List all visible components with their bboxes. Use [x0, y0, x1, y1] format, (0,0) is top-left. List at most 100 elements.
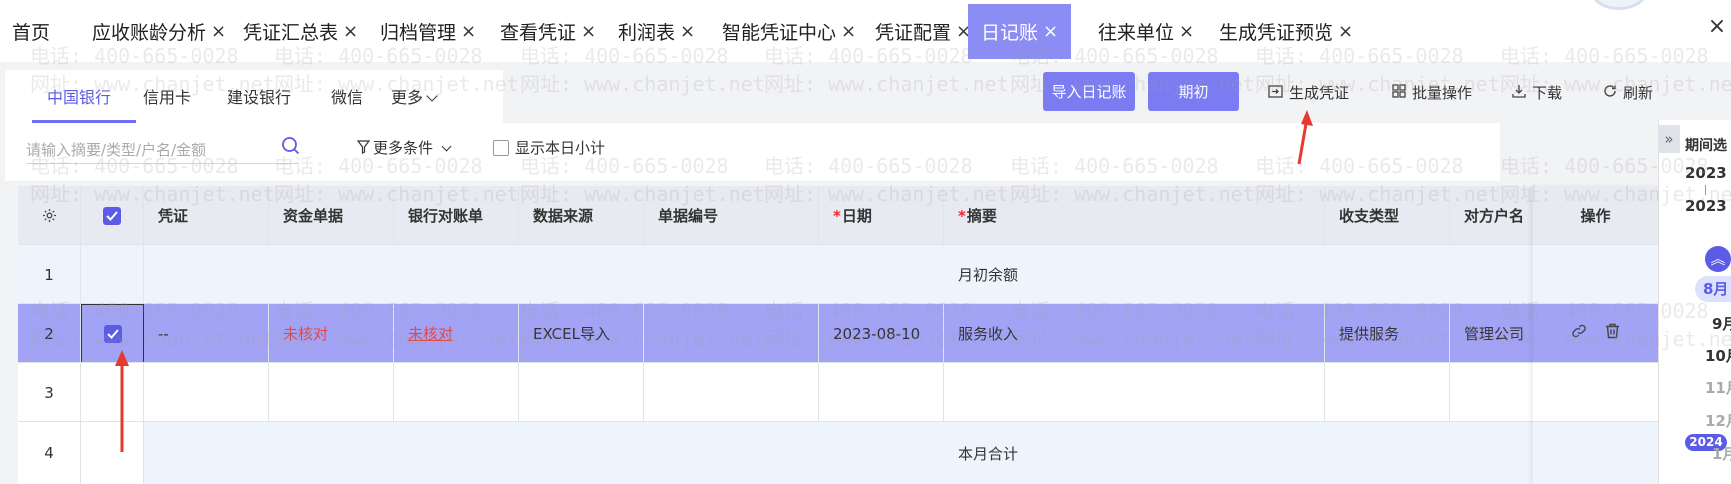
type-cell[interactable]: 提供服务 [1325, 304, 1450, 363]
generate-voucher-button[interactable]: 生成凭证 [1268, 82, 1349, 103]
subtab-more[interactable]: 更多 [391, 84, 438, 108]
header-voucher[interactable]: 凭证 [144, 186, 269, 245]
tab-income-statement[interactable]: 利润表 × [618, 4, 695, 59]
doc-no-cell[interactable] [644, 304, 819, 363]
header-operations: 操作 [1533, 186, 1658, 245]
show-daily-subtotal-toggle[interactable]: 显示本日小计 [493, 137, 605, 158]
empty-cell [144, 363, 269, 422]
journal-page: 首页 应收账龄分析 × 凭证汇总表 × 归档管理 × 查看凭证 × 利润表 × 智能凭证中… [0, 0, 1731, 484]
tab-counterparties[interactable]: 往来单位 × [1098, 4, 1194, 59]
tab-close-icon[interactable]: × [1179, 21, 1194, 42]
voucher-cell[interactable]: -- [144, 304, 269, 363]
download-button[interactable]: 下载 [1512, 82, 1562, 103]
fund-doc-status[interactable]: 未核对 [269, 304, 394, 363]
batch-operation-button[interactable]: 批量操作 [1392, 82, 1472, 103]
tab-close-icon[interactable]: × [1338, 21, 1353, 42]
row-number: 4 [18, 422, 81, 484]
period-year-from[interactable]: 2023 [1685, 164, 1727, 182]
empty-cell [644, 363, 819, 422]
table-row[interactable]: 1 月初余额 [18, 245, 1658, 304]
header-fund-doc[interactable]: 资金单据 [269, 186, 394, 245]
table-row-selected[interactable]: 2 -- 未核对 未核对 EXCEL导入 2023-08-10 服务收入 提供服… [18, 304, 1658, 363]
summary-cell[interactable]: 月初余额 [944, 245, 1325, 304]
period-title: 期间选 [1685, 138, 1727, 154]
empty-cell [394, 363, 519, 422]
summary-cell[interactable]: 服务收入 [944, 304, 1325, 363]
month-item[interactable]: 9月 [1712, 313, 1731, 334]
tab-close-icon[interactable]: × [841, 21, 856, 42]
empty-cell [819, 363, 944, 422]
header-doc-no[interactable]: 单据编号 [644, 186, 819, 245]
ops-cell [1533, 245, 1658, 304]
tab-close-icon[interactable]: × [680, 21, 695, 42]
scroll-up-icon[interactable]: ︽ [1705, 246, 1731, 272]
checkmark-icon [103, 206, 121, 225]
avatar[interactable] [1590, 0, 1648, 10]
tab-view-voucher[interactable]: 查看凭证 × [500, 4, 596, 59]
header-type[interactable]: 收支类型 [1325, 186, 1450, 245]
tab-close-icon[interactable]: × [1043, 21, 1058, 42]
chevron-down-icon [426, 90, 438, 102]
more-filter-button[interactable]: 更多条件 [356, 137, 452, 158]
tab-voucher-preview[interactable]: 生成凭证预览 × [1219, 4, 1353, 59]
tab-voucher-config[interactable]: 凭证配置 × [875, 4, 971, 59]
subtab-wechat[interactable]: 微信 [331, 84, 363, 108]
chevron-down-icon [441, 141, 452, 152]
annotation-arrow-up [1297, 110, 1313, 165]
tab-close-icon[interactable]: × [343, 21, 358, 42]
tab-journal[interactable]: 日记账 × [968, 4, 1071, 59]
subtab-ccb[interactable]: 建设银行 [227, 84, 291, 108]
subtab-boc[interactable]: 中国银行 [47, 84, 111, 108]
daily-subtotal-checkbox[interactable] [493, 139, 509, 156]
tab-close-icon[interactable]: × [211, 21, 226, 42]
search-icon[interactable] [281, 136, 301, 156]
link-icon[interactable] [1571, 323, 1587, 343]
annotation-arrow-up [115, 350, 129, 452]
refresh-icon [1603, 84, 1617, 102]
import-journal-button[interactable]: 导入日记账 [1043, 72, 1135, 111]
date-cell[interactable]: 2023-08-10 [819, 304, 944, 363]
header-date[interactable]: * 日期 [819, 186, 944, 245]
voucher-icon [1268, 84, 1283, 102]
tab-home[interactable]: 首页 [12, 4, 50, 59]
trash-icon[interactable] [1605, 323, 1620, 343]
opening-balance-button[interactable]: 期初 [1148, 72, 1239, 111]
select-all-checkbox[interactable] [81, 186, 144, 245]
month-item[interactable]: 12月 [1705, 410, 1731, 431]
tab-close-icon[interactable]: × [581, 21, 596, 42]
header-bank-recon[interactable]: 银行对账单 [394, 186, 519, 245]
ops-cell [1533, 304, 1658, 363]
column-settings-icon[interactable] [18, 186, 81, 245]
range-divider [1705, 185, 1706, 195]
tab-ar-aging[interactable]: 应收账龄分析 × [92, 4, 226, 59]
empty-cell [944, 363, 1325, 422]
month-item[interactable]: 10月 [1705, 345, 1731, 366]
tab-smart-voucher[interactable]: 智能凭证中心 × [722, 4, 856, 59]
bank-recon-link[interactable]: 未核对 [394, 304, 519, 363]
watermark-site: 网址: www.chanjet.net [520, 72, 765, 96]
source-cell: EXCEL导入 [519, 304, 644, 363]
watermark-site: 网址: www.chanjet.net [764, 72, 1009, 96]
header-source[interactable]: 数据来源 [519, 186, 644, 245]
row-number: 3 [18, 363, 81, 422]
row-select-cell[interactable] [81, 245, 144, 304]
expand-panel-icon[interactable]: » [1658, 125, 1680, 153]
refresh-button[interactable]: 刷新 [1603, 82, 1653, 103]
tab-archive[interactable]: 归档管理 × [380, 4, 476, 59]
account-subtabs: 中国银行 信用卡 建设银行 微信 更多 [5, 70, 503, 123]
month-item[interactable]: 1月 [1712, 443, 1731, 464]
table-row[interactable]: 3 [18, 363, 1658, 422]
header-summary[interactable]: * 摘要 [944, 186, 1325, 245]
month-item[interactable]: 11月 [1705, 377, 1731, 398]
tab-voucher-summary[interactable]: 凭证汇总表 × [243, 4, 358, 59]
required-mark: * [958, 206, 966, 225]
search-input[interactable] [26, 136, 298, 164]
period-year-to[interactable]: 2023 [1685, 197, 1727, 215]
close-all-icon[interactable]: × [1703, 14, 1731, 39]
tab-close-icon[interactable]: × [461, 21, 476, 42]
empty-cell [519, 363, 644, 422]
month-item-active[interactable]: 8月 [1695, 276, 1731, 302]
table-row-total: 4 本月合计 [18, 422, 1658, 484]
subtab-credit-card[interactable]: 信用卡 [143, 84, 191, 108]
empty-cell [269, 363, 394, 422]
